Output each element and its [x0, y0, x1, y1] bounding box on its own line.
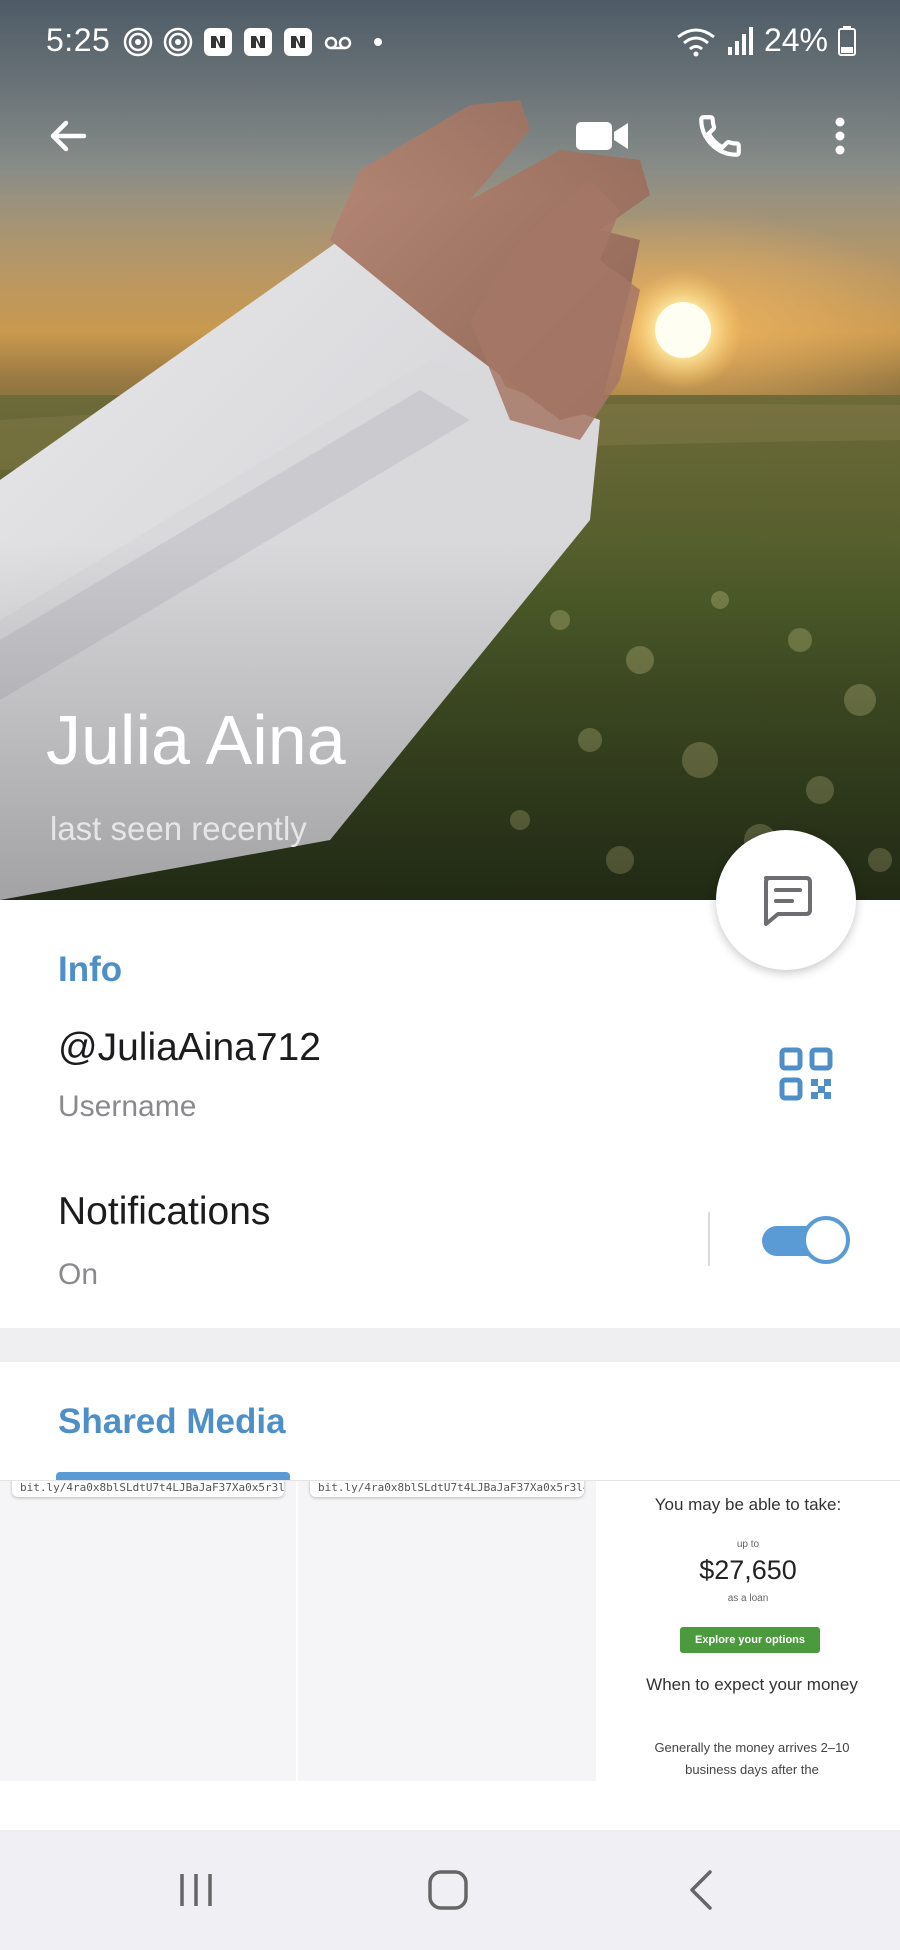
media-item[interactable]: bit.ly/4ra0x8blSLdtU7t4LJBaJaF37Xa0x5r3l… — [298, 1481, 598, 1781]
vpn-key-icon — [123, 27, 153, 57]
info-title: Info — [58, 950, 123, 989]
news-app-icon — [284, 28, 312, 56]
battery-icon — [838, 25, 856, 56]
status-right: 24% — [676, 22, 856, 59]
voicemail-icon — [324, 36, 352, 50]
notifications-label[interactable]: Notifications — [58, 1190, 270, 1234]
system-nav-bar — [0, 1830, 900, 1950]
media-grid: bit.ly/4ra0x8blSLdtU7t4LJBaJaF37Xa0x5r3l… — [0, 1481, 900, 1781]
notifications-toggle[interactable] — [762, 1216, 850, 1264]
back-button[interactable] — [32, 100, 104, 172]
qr-code-icon[interactable] — [778, 1046, 834, 1102]
link-preview-text: bit.ly/4ra0x8blSLdtU7t4LJBaJaF37Xa0x5r3l… — [12, 1481, 284, 1497]
arrow-left-icon — [50, 120, 87, 152]
ad-small-text: as a loan — [727, 1593, 769, 1604]
ad-heading: When to expect your money — [646, 1675, 858, 1694]
shared-media-section: Shared Media bit.ly/4ra0x8blSLdtU7t4LJBa… — [0, 1362, 900, 1782]
message-button[interactable] — [716, 830, 856, 970]
ad-body-text: Generally the money arrives 2–10 busines… — [654, 1740, 850, 1777]
vpn-key-icon — [163, 27, 193, 57]
notifications-value: On — [58, 1258, 99, 1291]
dot-icon — [374, 38, 382, 46]
tab-indicator — [56, 1472, 290, 1480]
media-item[interactable]: You may be able to take: up to $27,650 a… — [598, 1481, 898, 1781]
username-value[interactable]: @JuliaAina712 — [58, 1026, 321, 1070]
ad-explore-button: Explore your options — [680, 1627, 820, 1653]
battery-percent: 24% — [763, 22, 828, 58]
ad-amount: $27,650 — [699, 1555, 797, 1585]
more-vertical-icon — [835, 117, 845, 155]
ad-small-text: up to — [736, 1539, 760, 1550]
profile-header: 5:25 24% Julia Aina last seen recently — [0, 0, 900, 900]
last-seen-status: last seen recently — [50, 810, 307, 847]
recent-apps-button[interactable] — [156, 1860, 236, 1920]
video-camera-icon — [576, 122, 628, 150]
status-time: 5:25 — [46, 22, 111, 58]
section-separator — [0, 1328, 900, 1362]
signal-icon — [727, 26, 753, 55]
username-caption: Username — [58, 1090, 197, 1123]
divider — [708, 1212, 710, 1266]
media-item[interactable]: bit.ly/4ra0x8blSLdtU7t4LJBaJaF37Xa0x5r3l… — [0, 1481, 298, 1781]
message-icon — [764, 876, 812, 926]
news-app-icon — [204, 28, 232, 56]
voice-call-button[interactable] — [684, 100, 756, 172]
wifi-icon — [677, 28, 715, 56]
tab-shared-media[interactable]: Shared Media — [58, 1402, 286, 1442]
ad-top-text: You may be able to take: — [654, 1495, 842, 1514]
home-icon — [428, 1870, 468, 1910]
phone-icon — [699, 115, 741, 157]
back-nav-button[interactable] — [662, 1860, 742, 1920]
more-options-button[interactable] — [804, 100, 876, 172]
notification-icons — [122, 26, 394, 58]
status-bar: 5:25 24% — [0, 0, 900, 86]
video-call-button[interactable] — [566, 100, 638, 172]
home-button[interactable] — [408, 1860, 488, 1920]
profile-name: Julia Aina — [46, 701, 346, 779]
recent-apps-icon — [180, 1874, 212, 1906]
chevron-left-icon — [690, 1870, 712, 1910]
link-preview-text: bit.ly/4ra0x8blSLdtU7t4LJBaJaF37Xa0x5r3l… — [310, 1481, 584, 1497]
news-app-icon — [244, 28, 272, 56]
